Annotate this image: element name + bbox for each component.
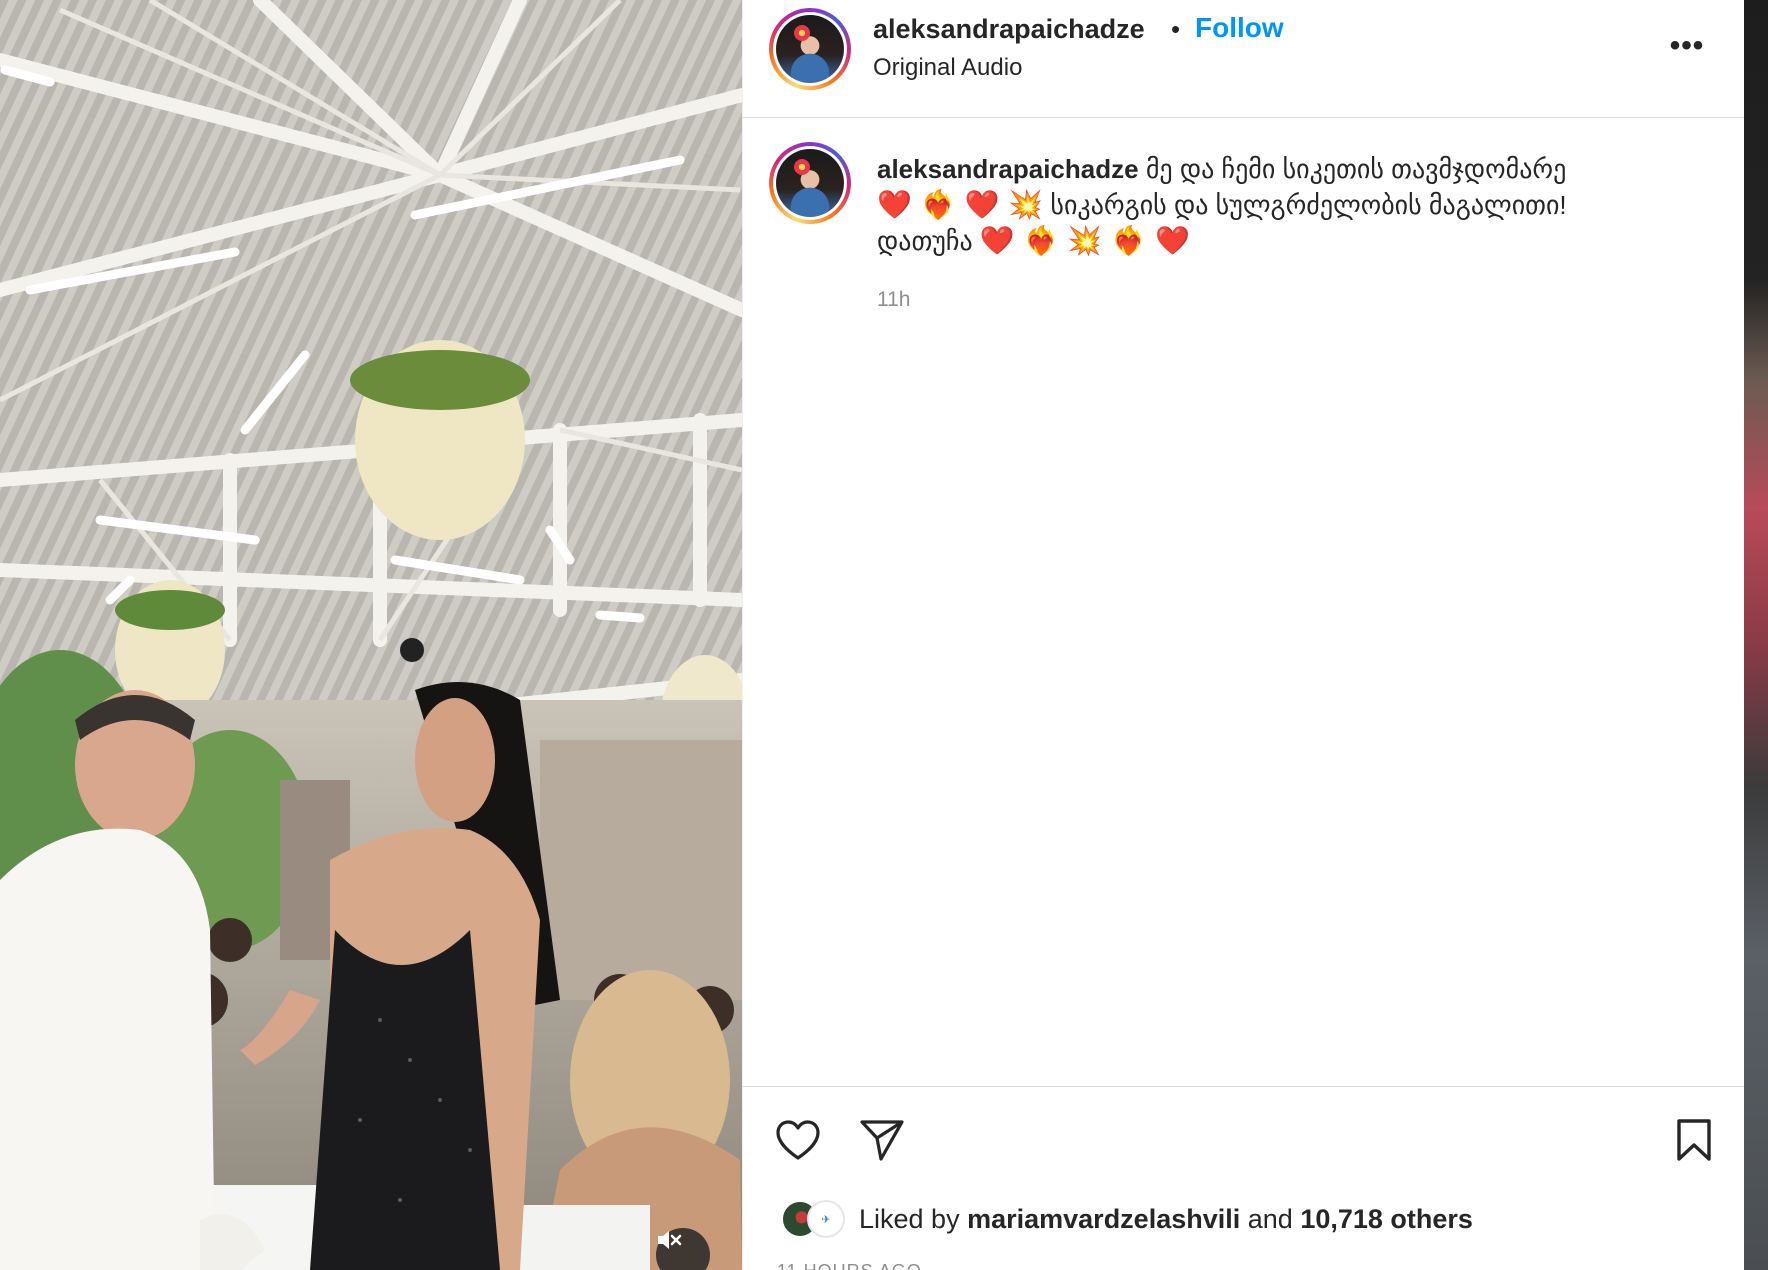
audio-label[interactable]: Original Audio xyxy=(873,54,1022,82)
actions-bar: ✈ Liked by mariamvardzelashvili and 10,7… xyxy=(743,1086,1745,1270)
caption-time[interactable]: 11h xyxy=(877,288,910,312)
send-icon xyxy=(859,1118,905,1167)
background-page-edge xyxy=(1744,0,1768,1270)
caption-line3: დათუჩა xyxy=(877,226,973,256)
author-avatar[interactable] xyxy=(769,8,851,90)
post-timestamp[interactable]: 11 HOURS AGO xyxy=(777,1261,922,1270)
like-button[interactable] xyxy=(773,1117,823,1167)
share-button[interactable] xyxy=(857,1117,907,1167)
likes-text: Liked by mariamvardzelashvili and 10,718… xyxy=(859,1204,1473,1235)
save-button[interactable] xyxy=(1669,1117,1719,1167)
video-frame-illustration xyxy=(0,0,742,1270)
caption-text: aleksandrapaichadze მე და ჩემი სიკეთის თ… xyxy=(877,152,1697,259)
caption-username[interactable]: aleksandrapaichadze xyxy=(877,154,1139,184)
liker-avatar-travel: ✈ xyxy=(807,1200,845,1238)
post-media[interactable] xyxy=(0,0,742,1270)
likes-count[interactable]: 10,718 others xyxy=(1300,1204,1473,1234)
likes-conjunction: and xyxy=(1247,1203,1293,1234)
more-horizontal-icon: ••• xyxy=(1669,29,1705,62)
post-header: aleksandrapaichadze • Follow Original Au… xyxy=(743,0,1745,118)
caption-emojis-2: ❤️ ❤️‍🔥 💥 ❤️‍🔥 ❤️ xyxy=(979,224,1190,257)
liker-username[interactable]: mariamvardzelashvili xyxy=(967,1204,1240,1234)
caption-emojis-1: ❤️ ❤️‍🔥 ❤️ 💥 xyxy=(877,188,1044,221)
caption-author-avatar[interactable] xyxy=(769,142,851,224)
author-username[interactable]: aleksandrapaichadze xyxy=(873,14,1145,45)
post-details-panel: aleksandrapaichadze • Follow Original Au… xyxy=(742,0,1745,1270)
heart-icon xyxy=(775,1119,821,1166)
separator-dot: • xyxy=(1171,14,1181,44)
bookmark-icon xyxy=(1675,1118,1713,1167)
follow-button[interactable]: Follow xyxy=(1195,12,1284,44)
caption-line1: მე და ჩემი სიკეთის თავმჯდომარე xyxy=(1145,154,1567,184)
likes-prefix: Liked by xyxy=(859,1203,960,1234)
caption-line2: სიკარგის და სულგრძელობის მაგალითი! xyxy=(1050,190,1567,220)
more-options-button[interactable]: ••• xyxy=(1663,26,1711,66)
likes-summary[interactable]: ✈ Liked by mariamvardzelashvili and 10,7… xyxy=(781,1199,1473,1239)
